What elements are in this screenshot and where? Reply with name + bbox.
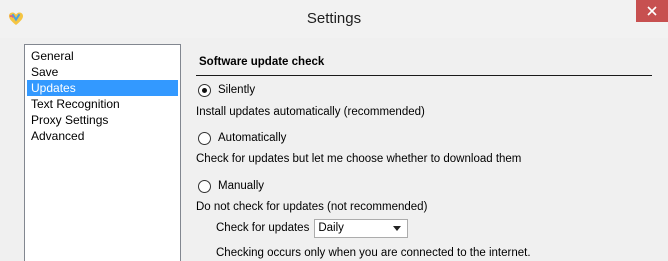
window-title: Settings <box>306 10 362 27</box>
manually-radio[interactable] <box>198 179 211 193</box>
update-frequency-row: Check for updates Daily <box>216 218 409 238</box>
section-divider <box>196 75 652 76</box>
sidebar-item-advanced[interactable]: Advanced <box>27 128 178 144</box>
silently-radio-option[interactable]: Silently <box>198 82 255 98</box>
sidebar-item-save[interactable]: Save <box>27 64 178 80</box>
close-button[interactable] <box>636 0 668 22</box>
sidebar-item-proxy-settings[interactable]: Proxy Settings <box>27 112 178 128</box>
manually-description: Do not check for updates (not recommende… <box>196 201 428 213</box>
automatically-label[interactable]: Automatically <box>218 132 286 144</box>
title-bar: Settings <box>0 0 668 38</box>
silently-label[interactable]: Silently <box>218 84 255 96</box>
silently-radio[interactable] <box>198 83 211 97</box>
settings-category-list[interactable]: General Save Updates Text Recognition Pr… <box>24 44 181 261</box>
sidebar-item-general[interactable]: General <box>27 48 178 64</box>
silently-description: Install updates automatically (recommend… <box>196 106 425 118</box>
updates-panel: Software update check Silently Install u… <box>196 48 668 261</box>
connection-note: Checking occurs only when you are connec… <box>216 247 531 259</box>
chevron-down-icon <box>393 225 402 231</box>
close-icon <box>647 6 657 16</box>
section-title: Software update check <box>199 56 325 68</box>
manually-label[interactable]: Manually <box>218 180 264 192</box>
automatically-radio-option[interactable]: Automatically <box>198 130 286 146</box>
manually-radio-option[interactable]: Manually <box>198 178 264 194</box>
automatically-description: Check for updates but let me choose whet… <box>196 153 522 165</box>
sidebar-item-text-recognition[interactable]: Text Recognition <box>27 96 178 112</box>
update-frequency-label: Check for updates <box>216 222 310 234</box>
update-frequency-select[interactable]: Daily <box>314 218 409 238</box>
automatically-radio[interactable] <box>198 131 211 145</box>
sidebar-item-updates[interactable]: Updates <box>27 80 178 96</box>
update-frequency-value: Daily <box>318 222 344 234</box>
